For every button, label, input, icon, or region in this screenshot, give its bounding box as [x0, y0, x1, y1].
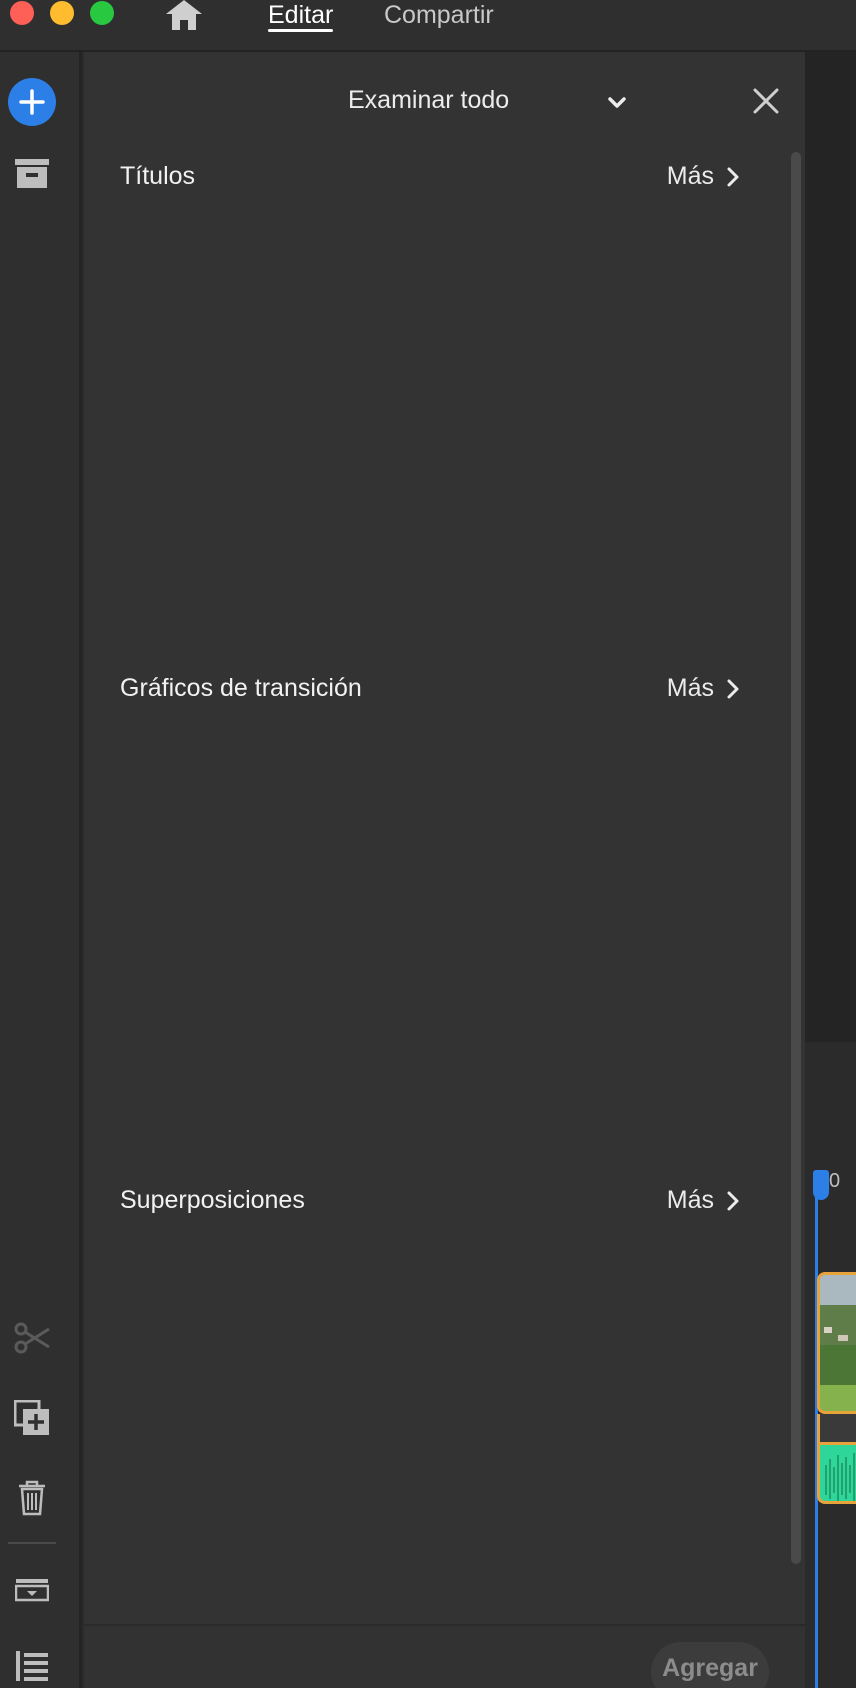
playhead-handle[interactable]	[813, 1170, 829, 1200]
chevron-right-icon	[727, 679, 739, 698]
audio-clip[interactable]	[817, 1442, 856, 1504]
timeline-list-button[interactable]	[8, 1642, 56, 1688]
section-transition-graphics: Gráficos de transición Más	[120, 674, 740, 714]
section-titles: Títulos Más	[120, 162, 740, 202]
add-button[interactable]: Agregar	[651, 1642, 769, 1688]
section-overlays: Superposiciones Más	[120, 1186, 740, 1226]
timeline-area: 0	[805, 52, 856, 1688]
video-clip[interactable]	[817, 1272, 856, 1414]
project-assets-button[interactable]	[8, 150, 56, 198]
close-panel-button[interactable]	[750, 85, 782, 117]
tab-share[interactable]: Compartir	[384, 0, 494, 30]
section-title: Superposiciones	[120, 1186, 305, 1214]
section-title: Gráficos de transición	[120, 674, 362, 702]
more-label: Más	[666, 674, 714, 702]
minimize-window-button[interactable]	[50, 1, 74, 25]
tab-share-label: Compartir	[384, 1, 494, 29]
panel-scrollbar[interactable]	[791, 152, 801, 1564]
chevron-down-icon[interactable]	[604, 90, 630, 116]
browse-dropdown-label[interactable]: Examinar todo	[348, 86, 509, 115]
left-toolbar	[0, 52, 82, 1688]
tab-edit[interactable]: Editar	[268, 0, 334, 32]
add-circle-icon	[8, 78, 56, 126]
home-icon[interactable]	[165, 0, 203, 32]
close-window-button[interactable]	[10, 1, 34, 25]
more-label: Más	[666, 162, 714, 190]
audio-waveform	[825, 1453, 855, 1501]
rail-divider	[8, 1542, 56, 1544]
duplicate-button[interactable]	[8, 1394, 56, 1442]
list-icon	[16, 1651, 48, 1681]
top-bar: Editar Compartir	[0, 0, 856, 52]
more-link[interactable]: Más	[667, 162, 740, 191]
zoom-window-button[interactable]	[90, 1, 114, 25]
trash-icon	[19, 1480, 45, 1516]
tray-button[interactable]	[8, 1566, 56, 1614]
panel-footer: Agregar	[84, 1624, 805, 1688]
preview-area	[805, 52, 856, 1042]
tray-icon	[15, 1579, 49, 1602]
timecode-label: 0	[829, 1170, 841, 1192]
close-icon	[753, 88, 779, 114]
duplicate-add-icon	[14, 1400, 49, 1435]
scissors-icon	[14, 1322, 50, 1354]
add-media-button[interactable]	[8, 78, 56, 126]
panel-header: Examinar todo	[84, 52, 805, 152]
browse-panel: Examinar todo Títulos Más Gráficos de tr…	[84, 52, 805, 1688]
section-title: Títulos	[120, 162, 196, 190]
clip-thumbnail	[820, 1275, 856, 1411]
chevron-right-icon	[727, 167, 739, 186]
archive-icon	[15, 159, 49, 188]
delete-button[interactable]	[8, 1474, 56, 1522]
tab-edit-label: Editar	[268, 1, 334, 29]
split-clip-button[interactable]	[8, 1314, 56, 1362]
more-link[interactable]: Más	[667, 674, 740, 703]
more-link[interactable]: Más	[667, 1186, 740, 1215]
more-label: Más	[666, 1186, 714, 1214]
app-window: Editar Compartir Examinar todo Títulos M…	[0, 0, 856, 1688]
active-tab-underline	[268, 29, 334, 32]
chevron-right-icon	[727, 1191, 739, 1210]
clip-separator	[817, 1414, 856, 1442]
